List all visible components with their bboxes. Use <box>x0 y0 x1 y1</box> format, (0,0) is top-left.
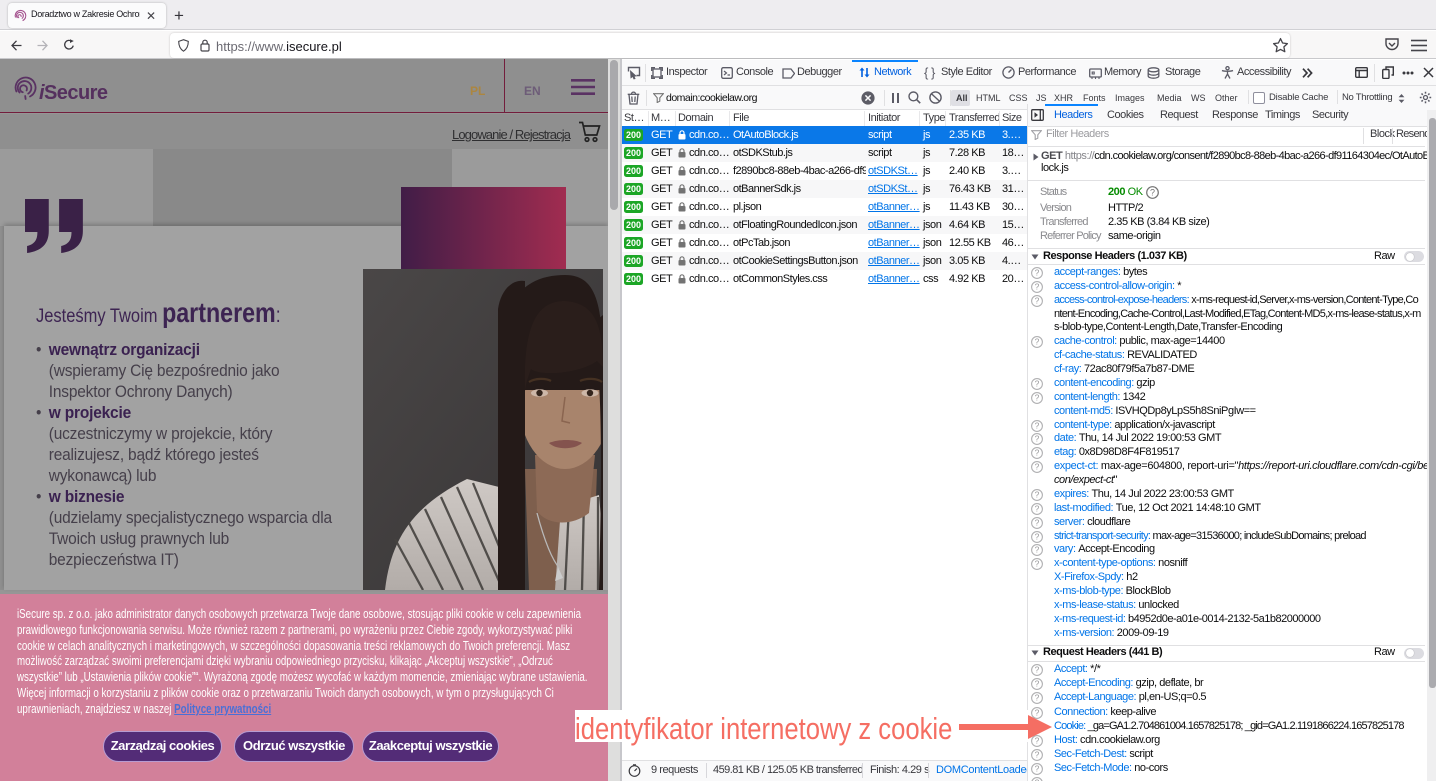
svg-text:?: ? <box>1035 503 1040 513</box>
svg-text:?: ? <box>1035 517 1040 527</box>
svg-text:?: ? <box>1035 462 1040 472</box>
svg-text:?: ? <box>1035 665 1040 675</box>
svg-text:?: ? <box>1035 379 1040 389</box>
svg-text:?: ? <box>1035 750 1040 760</box>
svg-text:?: ? <box>1035 282 1040 292</box>
svg-text:?: ? <box>1035 559 1040 569</box>
svg-text:?: ? <box>1035 268 1040 278</box>
svg-text:?: ? <box>1150 187 1155 197</box>
svg-text:?: ? <box>1035 764 1040 774</box>
svg-text:?: ? <box>1035 693 1040 703</box>
svg-text:?: ? <box>1035 679 1040 689</box>
svg-text:?: ? <box>1035 393 1040 403</box>
svg-text:?: ? <box>1035 434 1040 444</box>
svg-text:?: ? <box>1035 295 1040 305</box>
svg-text:?: ? <box>1035 531 1040 541</box>
svg-text:?: ? <box>1035 490 1040 500</box>
svg-text:?: ? <box>1035 420 1040 430</box>
svg-text:?: ? <box>1035 337 1040 347</box>
svg-text:?: ? <box>1035 545 1040 555</box>
svg-text:?: ? <box>1035 448 1040 458</box>
